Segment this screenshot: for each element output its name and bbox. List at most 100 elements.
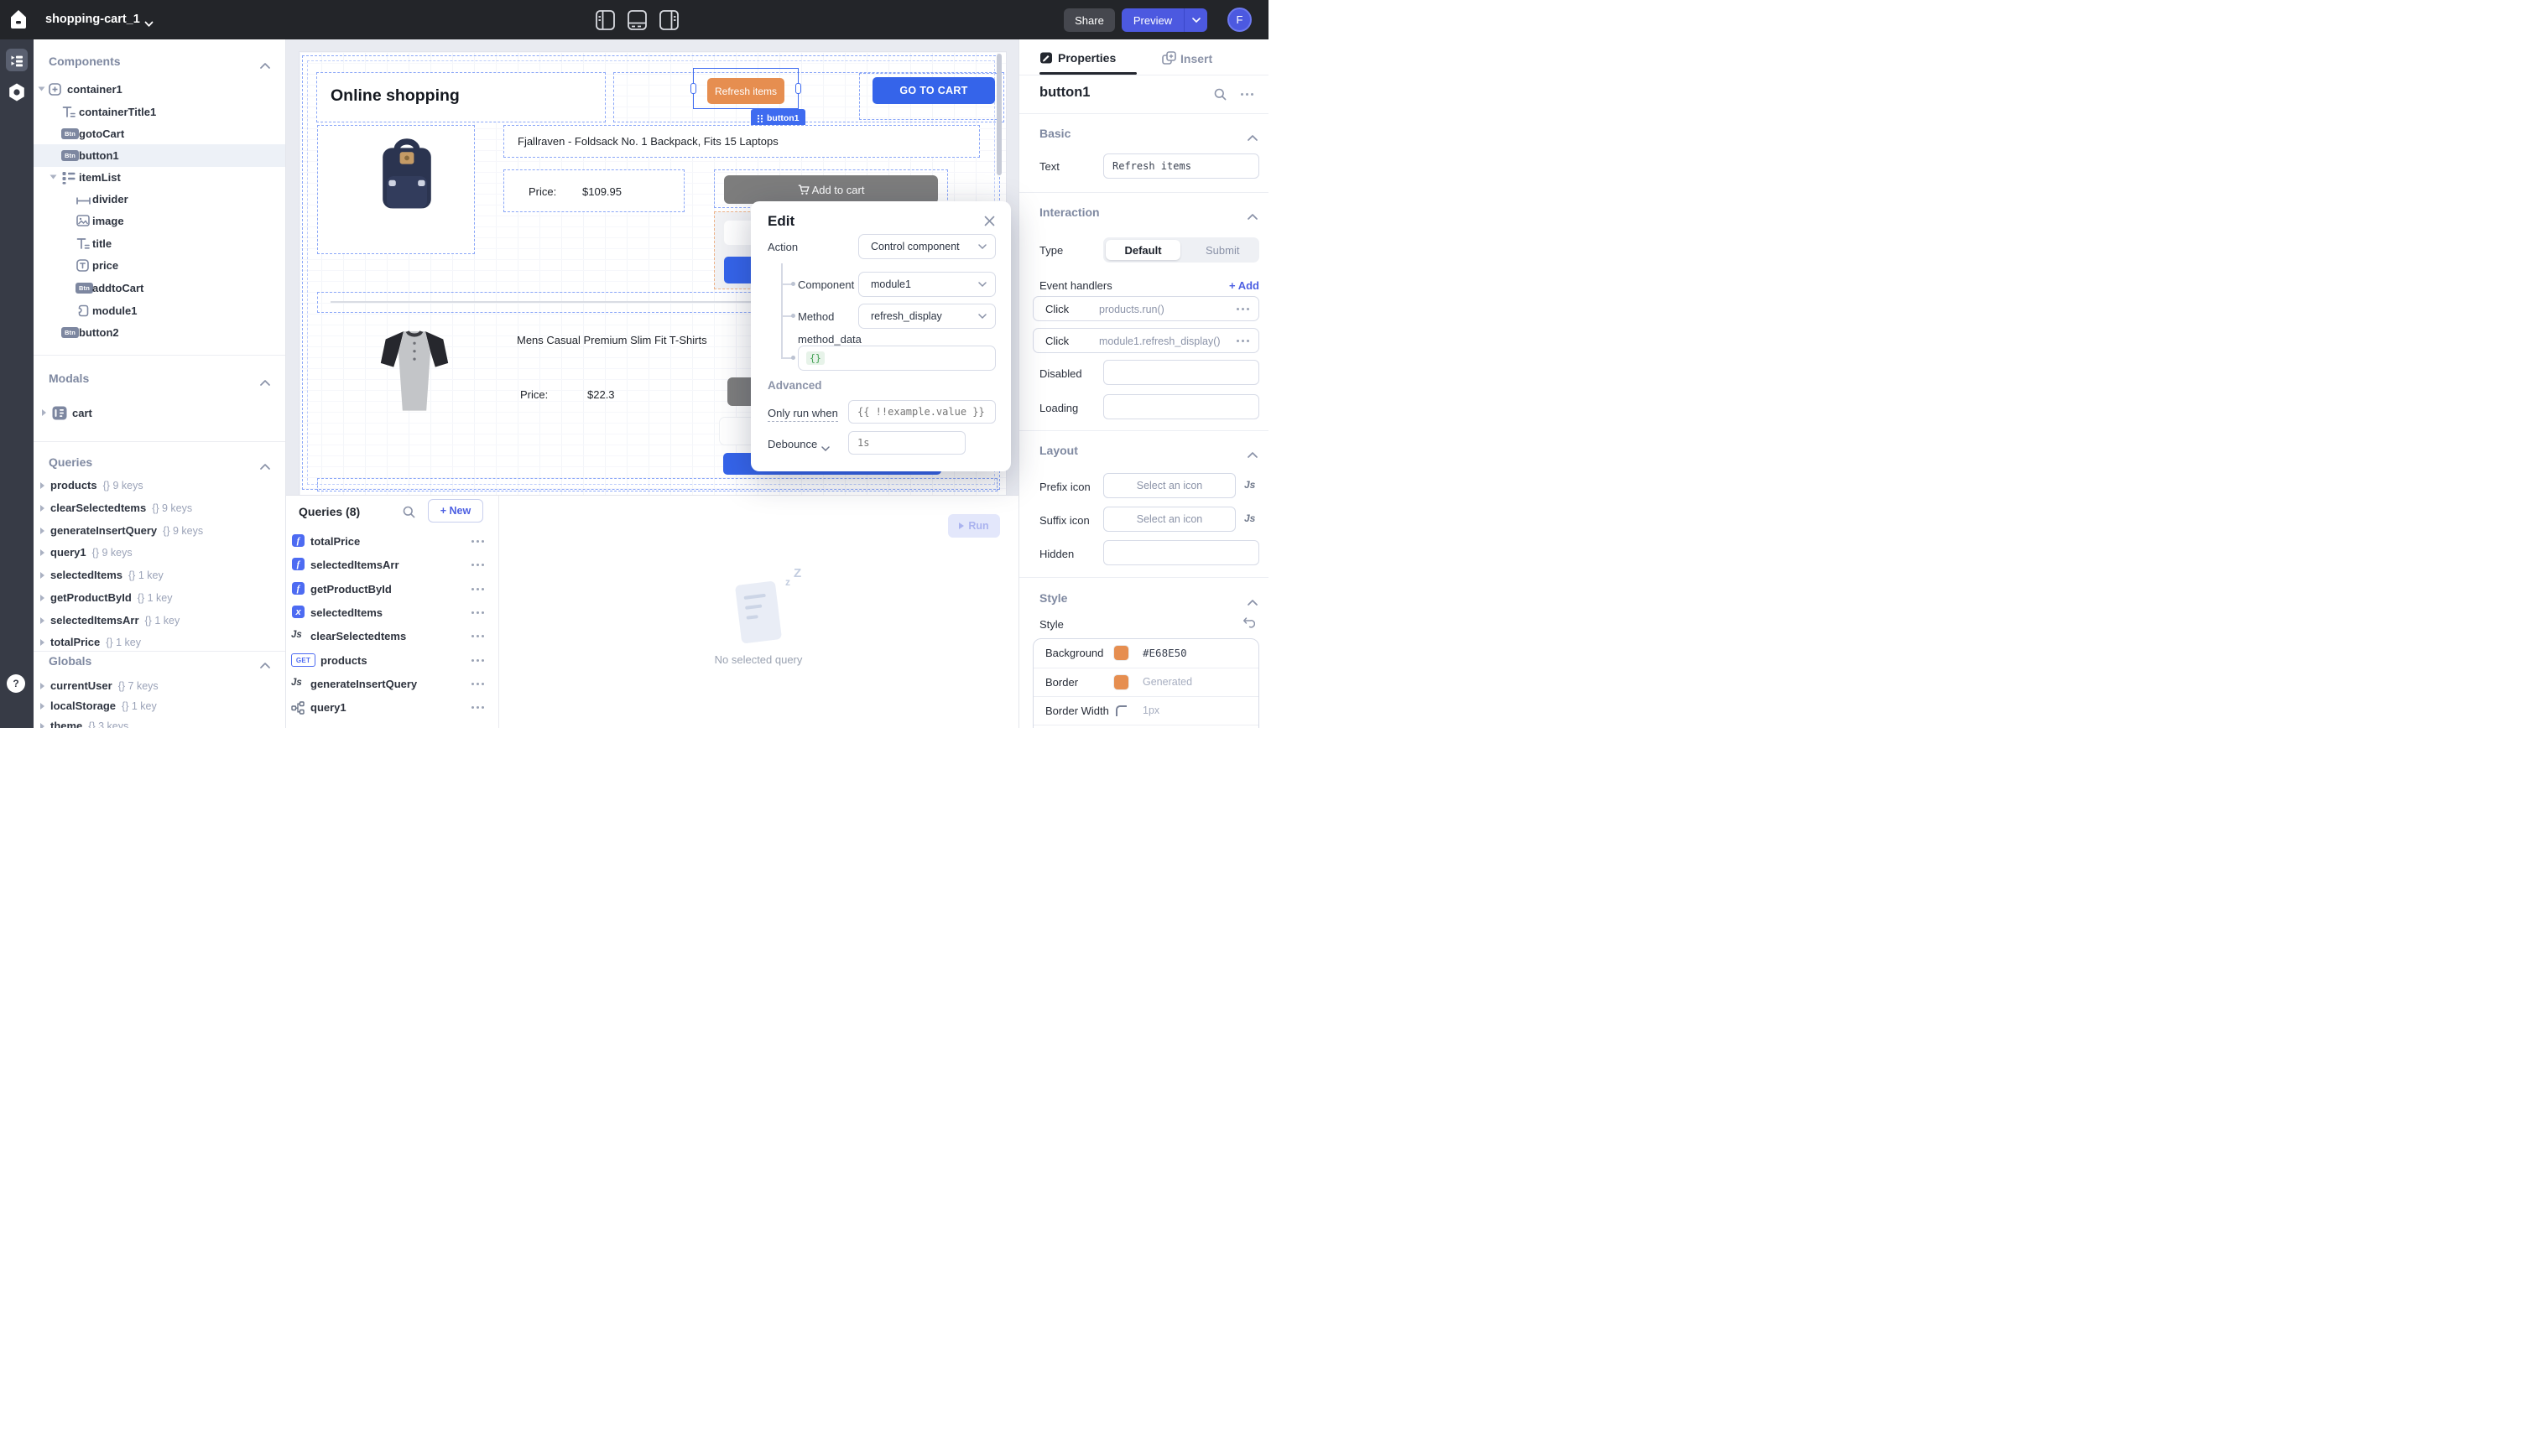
modals-collapse-icon[interactable] <box>260 375 270 390</box>
component-select[interactable]: module1 <box>858 272 996 297</box>
tree-item-addtoCart[interactable]: Btn addtoCart <box>34 277 285 299</box>
hidden-input[interactable] <box>1103 540 1259 565</box>
query-search-icon[interactable] <box>403 506 415 523</box>
query-more-icon[interactable] <box>471 540 484 543</box>
tree-item-container1[interactable]: container1 <box>34 78 285 101</box>
global-localStorage[interactable]: localStorage{} 1 key <box>34 696 285 716</box>
modal-item-cart[interactable]: cart <box>34 402 285 424</box>
debounce-chevron-icon[interactable] <box>821 441 830 456</box>
prefix-icon-select[interactable]: Select an icon <box>1103 473 1236 498</box>
canvas-scrollbar[interactable] <box>997 54 1002 175</box>
query-more-icon[interactable] <box>471 564 484 566</box>
disabled-input[interactable] <box>1103 360 1259 385</box>
property-search-icon[interactable] <box>1214 88 1227 105</box>
tree-item-containerTitle1[interactable]: containerTitle1 <box>34 101 285 123</box>
query-more-icon[interactable] <box>471 659 484 662</box>
query-state-selectedItems[interactable]: selectedItems{} 1 key <box>34 565 285 585</box>
query-item-totalPrice[interactable]: f totalPrice <box>285 531 498 553</box>
query-state-clearSelectedtems[interactable]: clearSelectedtems{} 9 keys <box>34 498 285 518</box>
item1-price-box[interactable]: Price: $109.95 <box>503 169 685 212</box>
query-state-totalPrice[interactable]: totalPrice{} 1 key <box>34 632 285 653</box>
tab-properties[interactable]: Properties <box>1058 51 1116 65</box>
globals-collapse-icon[interactable] <box>260 658 270 673</box>
goto-cart-button[interactable]: GO TO CART <box>873 77 995 104</box>
query-more-icon[interactable] <box>471 588 484 590</box>
resize-handle-right[interactable] <box>795 83 801 94</box>
tab-insert[interactable]: Insert <box>1180 52 1212 65</box>
item1-image-box[interactable] <box>317 125 475 254</box>
app-menu-chevron-icon[interactable] <box>144 17 154 32</box>
app-name[interactable]: shopping-cart_1 <box>45 13 140 26</box>
tree-item-divider[interactable]: divider <box>34 188 285 211</box>
add-to-cart-button[interactable]: Add to cart <box>724 175 938 204</box>
style-collapse-icon[interactable] <box>1248 595 1258 610</box>
datasource-hexagon-icon[interactable] <box>8 83 25 106</box>
loading-input[interactable] <box>1103 394 1259 419</box>
preview-dropdown-button[interactable] <box>1184 8 1207 32</box>
query-item-clearSelectedtems[interactable]: Js clearSelectedtems <box>285 626 498 647</box>
type-submit-option[interactable]: Submit <box>1206 244 1239 257</box>
new-query-button[interactable]: + New <box>428 499 483 523</box>
text-value-input[interactable] <box>1103 153 1259 179</box>
query-item-selectedItems[interactable]: x selectedItems <box>285 602 498 624</box>
query-state-products[interactable]: products{} 9 keys <box>34 476 285 496</box>
close-icon[interactable] <box>984 216 995 231</box>
method-select[interactable]: refresh_display <box>858 304 996 329</box>
tree-item-gotoCart[interactable]: Btn gotoCart <box>34 122 285 145</box>
tree-item-itemList[interactable]: itemList <box>34 166 285 189</box>
global-theme[interactable]: theme{} 3 keys <box>34 716 285 728</box>
query-state-query1[interactable]: query1{} 9 keys <box>34 543 285 563</box>
query-state-generateInsertQuery[interactable]: generateInsertQuery{} 9 keys <box>34 521 285 541</box>
basic-collapse-icon[interactable] <box>1248 130 1258 145</box>
event-handler-row[interactable]: Click products.run() <box>1033 296 1259 321</box>
help-icon[interactable]: ? <box>7 674 25 693</box>
query-item-products[interactable]: GET products <box>285 650 498 672</box>
item1-title-box[interactable]: Fjallraven - Foldsack No. 1 Backpack, Fi… <box>503 125 980 158</box>
background-color-swatch[interactable] <box>1114 646 1128 660</box>
query-state-selectedItemsArr[interactable]: selectedItemsArr{} 1 key <box>34 611 285 631</box>
style-row-border-width[interactable]: Border Width 1px <box>1034 696 1258 725</box>
query-item-selectedItemsArr[interactable]: f selectedItemsArr <box>285 554 498 576</box>
components-collapse-icon[interactable] <box>260 58 270 73</box>
query-more-icon[interactable] <box>471 683 484 685</box>
tree-item-button2[interactable]: Btn button2 <box>34 321 285 344</box>
global-currentUser[interactable]: currentUser{} 7 keys <box>34 676 285 696</box>
suffix-icon-select[interactable]: Select an icon <box>1103 507 1236 532</box>
resize-handle-left[interactable] <box>690 83 696 94</box>
tree-item-module1[interactable]: module1 <box>34 299 285 322</box>
style-row-background[interactable]: Background #E68E50 <box>1034 639 1258 668</box>
inspector-tree-icon[interactable] <box>6 49 28 71</box>
container-title-box[interactable]: Online shopping <box>316 72 606 122</box>
run-query-button[interactable]: Run <box>948 514 1000 538</box>
query-item-generateInsertQuery[interactable]: Js generateInsertQuery <box>285 673 498 695</box>
queries-collapse-icon[interactable] <box>260 459 270 474</box>
toggle-left-panel-icon[interactable] <box>596 10 615 34</box>
query-state-getProductById[interactable]: getProductById{} 1 key <box>34 588 285 608</box>
tree-item-price[interactable]: price <box>34 254 285 277</box>
user-avatar[interactable]: F <box>1227 8 1252 32</box>
query-item-getProductById[interactable]: f getProductById <box>285 579 498 601</box>
query-more-icon[interactable] <box>471 635 484 637</box>
handler-more-icon[interactable] <box>1237 308 1249 310</box>
border-color-swatch[interactable] <box>1114 675 1128 689</box>
suffix-js-toggle[interactable]: Js <box>1244 512 1255 524</box>
prefix-js-toggle[interactable]: Js <box>1244 479 1255 491</box>
only-run-when-input[interactable] <box>848 400 996 424</box>
tree-item-title[interactable]: title <box>34 232 285 255</box>
home-icon[interactable] <box>10 9 27 34</box>
toggle-bottom-panel-icon[interactable] <box>628 10 647 34</box>
query-item-query1[interactable]: query1 <box>285 697 498 719</box>
debounce-input[interactable] <box>848 431 966 455</box>
query-more-icon[interactable] <box>471 706 484 709</box>
share-button[interactable]: Share <box>1064 8 1115 32</box>
preview-button[interactable]: Preview <box>1122 8 1184 32</box>
style-reset-icon[interactable] <box>1242 616 1255 632</box>
tree-item-image[interactable]: image <box>34 210 285 232</box>
interaction-collapse-icon[interactable] <box>1248 209 1258 224</box>
method-data-input[interactable]: {} <box>798 346 996 371</box>
action-select[interactable]: Control component <box>858 234 996 259</box>
component-more-icon[interactable] <box>1241 93 1253 96</box>
type-default-option[interactable]: Default <box>1106 240 1180 260</box>
style-row-border[interactable]: Border Generated <box>1034 668 1258 697</box>
add-event-handler-button[interactable]: + Add <box>1229 279 1259 292</box>
